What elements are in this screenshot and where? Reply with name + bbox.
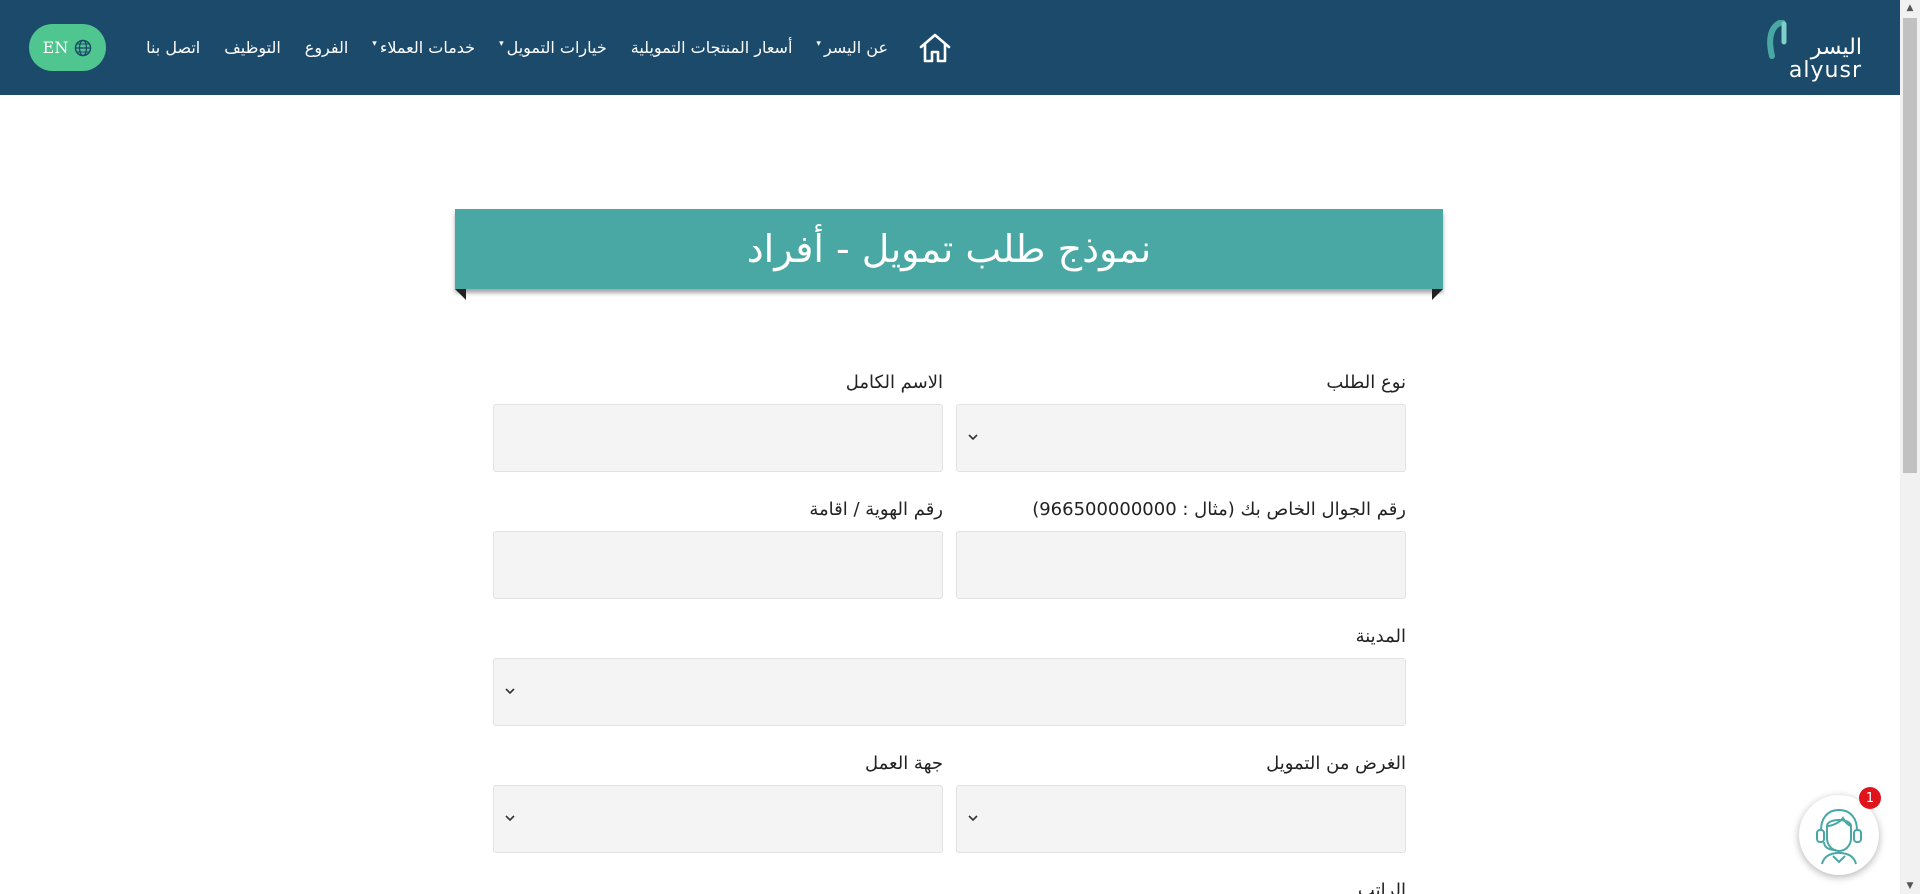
nav-customer-services-label: خدمات العملاء — [379, 38, 476, 57]
scroll-up-arrow-icon[interactable]: ▲ — [1900, 0, 1920, 16]
page-title: نموذج طلب تمويل - أفراد — [746, 227, 1152, 271]
nav-financing-options-label: خيارات التمويل — [506, 38, 607, 57]
nav-contact-us-label: اتصل بنا — [146, 38, 201, 57]
mobile-label: رقم الجوال الخاص بك (مثال : 966500000000… — [1032, 499, 1406, 520]
city-label: المدينة — [1355, 626, 1406, 647]
nav-careers-label: التوظيف — [224, 38, 281, 57]
national-id-input[interactable] — [493, 531, 943, 599]
support-agent-icon — [1816, 809, 1862, 865]
logo-text-latin: alyusr — [1788, 58, 1862, 83]
globe-icon — [75, 39, 92, 56]
employer-select[interactable] — [493, 785, 943, 853]
city-select[interactable] — [493, 658, 1406, 726]
form-title-ribbon: نموذج طلب تمويل - أفراد — [455, 209, 1443, 301]
nav-customer-services[interactable]: خدمات العملاء ▾ — [360, 28, 487, 68]
alyusr-logo[interactable]: اليسر alyusr — [1762, 18, 1862, 83]
notification-badge: 1 — [1859, 787, 1881, 809]
support-chat-button[interactable]: 1 — [1799, 787, 1881, 875]
language-switch-button[interactable]: EN — [29, 24, 106, 71]
chevron-down-icon — [502, 683, 518, 699]
nav-about[interactable]: عن اليسر ▾ — [804, 28, 900, 68]
chevron-down-icon — [965, 810, 981, 826]
scrollbar-thumb[interactable] — [1903, 18, 1917, 473]
top-navbar: اليسر alyusr عن اليسر ▾ أسعار المنتجات ال… — [0, 0, 1900, 95]
nav-financing-options[interactable]: خيارات التمويل ▾ — [487, 28, 619, 68]
full-name-label: الاسم الكامل — [845, 372, 943, 393]
salary-label: الراتب — [1357, 880, 1406, 894]
nav-branches[interactable]: الفروع — [293, 28, 361, 68]
page-scrollbar[interactable]: ▲ ▼ — [1900, 0, 1920, 894]
chevron-down-icon — [965, 429, 981, 445]
employer-label: جهة العمل — [864, 753, 943, 774]
ribbon-band: نموذج طلب تمويل - أفراد — [455, 209, 1443, 289]
logo-mark-icon — [1767, 20, 1787, 59]
ribbon-fold-right — [1432, 289, 1443, 300]
caret-down-icon: ▾ — [499, 38, 504, 49]
nav-contact-us[interactable]: اتصل بنا — [134, 28, 212, 68]
nav-branches-label: الفروع — [304, 38, 349, 57]
mobile-input[interactable] — [956, 531, 1406, 599]
logo-text-arabic: اليسر — [1810, 35, 1862, 60]
nav-about-label: عن اليسر — [823, 38, 888, 57]
financing-purpose-select[interactable] — [956, 785, 1406, 853]
home-icon — [919, 33, 951, 62]
ribbon-fold-left — [455, 289, 466, 300]
caret-down-icon: ▾ — [816, 38, 821, 49]
national-id-label: رقم الهوية / اقامة — [809, 499, 943, 520]
nav-product-prices-label: أسعار المنتجات التمويلية — [630, 38, 793, 57]
request-type-label: نوع الطلب — [1326, 372, 1406, 393]
home-link[interactable] — [910, 23, 960, 73]
salary-field: الراتب — [956, 880, 1406, 894]
scroll-down-arrow-icon[interactable]: ▼ — [1900, 878, 1920, 894]
language-label: EN — [42, 38, 69, 57]
main-nav: عن اليسر ▾ أسعار المنتجات التمويلية خيارا… — [134, 0, 960, 95]
nav-careers[interactable]: التوظيف — [212, 28, 293, 68]
full-name-input[interactable] — [493, 404, 943, 472]
request-type-select[interactable] — [956, 404, 1406, 472]
nav-product-prices[interactable]: أسعار المنتجات التمويلية — [619, 28, 805, 68]
financing-purpose-label: الغرض من التمويل — [1266, 753, 1406, 774]
chevron-down-icon — [502, 810, 518, 826]
caret-down-icon: ▾ — [372, 38, 377, 49]
